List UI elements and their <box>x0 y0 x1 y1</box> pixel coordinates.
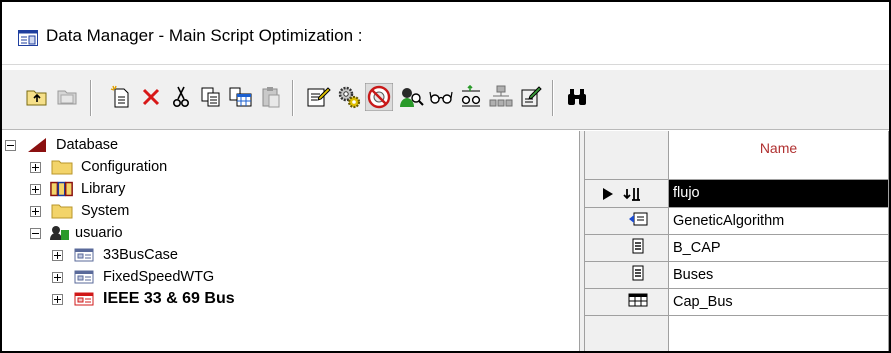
corner-cell <box>585 131 669 180</box>
project-icon <box>72 268 96 286</box>
gear-icon[interactable] <box>334 82 364 112</box>
network-icon[interactable] <box>486 82 516 112</box>
document-icon <box>632 238 644 259</box>
tree-node-label: 33BusCase <box>103 247 178 263</box>
project-active-icon <box>72 290 96 308</box>
object-grid[interactable]: Name flujo GeneticAlgorithm B_CAP Buses … <box>585 131 889 351</box>
window-title: Data Manager - Main Script Optimization … <box>46 26 363 45</box>
folder-up-icon[interactable] <box>22 82 52 112</box>
script-icon <box>628 211 650 232</box>
current-row-indicator-icon <box>602 187 613 200</box>
tree-node-database[interactable]: Database <box>5 134 118 156</box>
tree-node-system[interactable]: System <box>30 200 129 222</box>
library-icon <box>50 180 74 198</box>
grid-cell-name[interactable]: Buses <box>669 262 889 289</box>
tree-node-ieee-33-69-bus[interactable]: IEEE 33 & 69 Bus <box>52 288 235 310</box>
row-header[interactable] <box>585 208 669 235</box>
expand-icon[interactable] <box>52 249 63 261</box>
copy-icon[interactable] <box>196 82 226 112</box>
row-header[interactable] <box>585 289 669 316</box>
tree-node-label: IEEE 33 & 69 Bus <box>103 290 235 307</box>
database-icon <box>25 136 49 154</box>
project-icon <box>72 246 96 264</box>
tree-node-label: Database <box>56 137 119 153</box>
collapse-icon[interactable] <box>5 139 16 151</box>
document-icon <box>632 265 644 286</box>
tree-node-label: usuario <box>75 225 123 241</box>
folder-icon <box>50 158 74 176</box>
folder-icon <box>50 202 74 220</box>
table-icon <box>628 293 648 312</box>
toolbar <box>2 69 889 130</box>
grid-cell-name[interactable]: flujo <box>669 180 889 208</box>
data-manager-icon <box>18 30 38 46</box>
expand-icon[interactable] <box>30 161 41 173</box>
tree-node-configuration[interactable]: Configuration <box>30 156 167 178</box>
load-flow-icon <box>622 187 640 201</box>
user-magnifier-icon[interactable] <box>396 82 426 112</box>
new-object-icon[interactable] <box>106 82 136 112</box>
grid-cell-name[interactable]: B_CAP <box>669 235 889 262</box>
row-header[interactable] <box>585 316 669 351</box>
grid-cell-name[interactable] <box>669 316 889 351</box>
tree-node-label: Library <box>81 181 126 197</box>
collapse-icon[interactable] <box>30 227 41 239</box>
folder-disabled-icon[interactable] <box>52 82 82 112</box>
no-entry-icon[interactable] <box>364 82 394 112</box>
row-header[interactable] <box>585 235 669 262</box>
expand-icon[interactable] <box>52 293 63 305</box>
delete-icon[interactable] <box>136 82 166 112</box>
cut-icon[interactable] <box>166 82 196 112</box>
expand-icon[interactable] <box>30 205 41 217</box>
tree-node-label: Configuration <box>81 159 168 175</box>
glasses-icon[interactable] <box>426 82 456 112</box>
title-bar[interactable]: Data Manager - Main Script Optimization … <box>2 2 889 65</box>
grid-cell-name[interactable]: Cap_Bus <box>669 289 889 316</box>
grid-cell-name[interactable]: GeneticAlgorithm <box>669 208 889 235</box>
tree-node-label: FixedSpeedWTG <box>103 269 215 285</box>
tree-view[interactable]: Database Configuration Library System us… <box>2 131 579 351</box>
tree-node-label: System <box>81 203 130 219</box>
edit-icon[interactable] <box>304 82 334 112</box>
column-header-name[interactable]: Name <box>669 131 889 180</box>
binoculars-icon[interactable] <box>562 82 592 112</box>
expand-icon[interactable] <box>52 271 63 283</box>
paste-icon[interactable] <box>256 82 286 112</box>
user-icon <box>50 224 70 242</box>
row-header[interactable] <box>585 180 669 208</box>
tree-node-33buscase[interactable]: 33BusCase <box>52 244 178 266</box>
chart-glasses-icon[interactable] <box>456 82 486 112</box>
tree-node-library[interactable]: Library <box>30 178 125 200</box>
data-manager-window: Data Manager - Main Script Optimization … <box>0 0 891 353</box>
tree-node-usuario[interactable]: usuario <box>30 222 123 244</box>
row-header[interactable] <box>585 262 669 289</box>
copy-with-children-icon[interactable] <box>226 82 256 112</box>
expand-icon[interactable] <box>30 183 41 195</box>
tree-node-fixedspeedwtg[interactable]: FixedSpeedWTG <box>52 266 214 288</box>
edit-note-icon[interactable] <box>516 82 546 112</box>
